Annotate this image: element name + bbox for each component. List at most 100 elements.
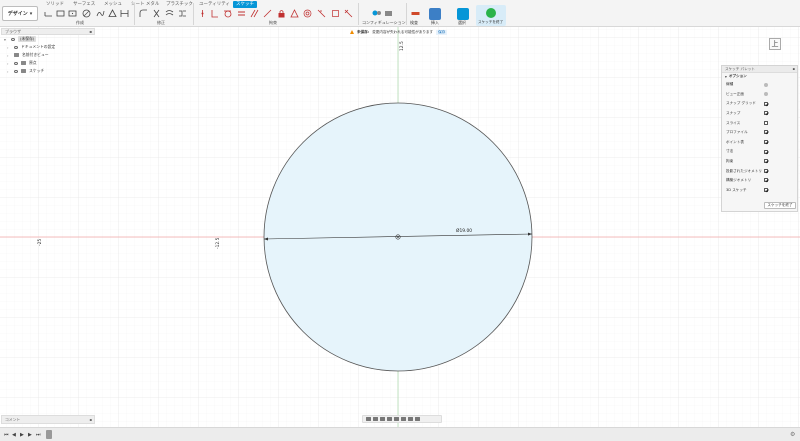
option-checkbox[interactable] [764,120,768,125]
palette-option-row[interactable]: ポイント表 [722,138,797,148]
display-settings-icon[interactable] [401,417,406,421]
play-icon[interactable]: ▶ [20,432,24,438]
eye-icon[interactable] [14,69,18,73]
fit-icon[interactable] [394,417,399,421]
group-label-modify[interactable]: 修正 [157,20,165,26]
save-link[interactable]: 保存 [436,29,448,35]
tab-sketch[interactable]: スケッチ [233,1,257,8]
horizontal-vertical-constraint-icon[interactable] [317,9,326,18]
orbit-icon[interactable] [366,417,371,421]
tangent-constraint-icon[interactable] [223,9,232,18]
line-tool-icon[interactable] [44,9,53,18]
tree-item-document-settings[interactable]: › ドキュメントの設定 [1,43,95,51]
center-rectangle-icon[interactable] [68,9,77,18]
timeline-sketch-marker[interactable] [46,430,52,439]
fillet-tool-icon[interactable] [139,9,148,18]
chevron-right-icon[interactable]: › [7,69,11,74]
palette-option-row[interactable]: プロファイル [722,128,797,138]
workspace-switcher-button[interactable]: デザイン ▾ [2,6,38,21]
select-cursor-icon[interactable] [457,8,469,20]
option-checkbox[interactable] [764,140,768,145]
tab-surface[interactable]: サーフェス [73,1,95,8]
palette-option-row[interactable]: スナップ グリッド [722,99,797,109]
palette-option-row[interactable]: 拘束 [722,157,797,167]
option-checkbox[interactable] [764,111,768,116]
panel-toggle-icon[interactable]: ▪ [89,29,92,34]
chevron-right-icon[interactable]: › [7,53,11,58]
chevron-right-icon[interactable]: › [7,45,11,50]
palette-options-section[interactable]: ▾ オプション [722,73,797,80]
option-checkbox[interactable] [764,159,768,164]
go-to-start-icon[interactable]: ⏮ [4,432,9,438]
fix-constraint-icon[interactable] [277,9,286,18]
step-forward-icon[interactable]: ▶ [28,432,32,438]
group-label-select[interactable]: 選択 [458,20,466,26]
group-label-insert[interactable]: 挿入 [431,20,439,26]
slot-tool-icon[interactable] [120,9,129,18]
group-label-inspect[interactable]: 検査 [410,20,418,26]
palette-header[interactable]: スケッチ パレット ▪ [722,66,797,73]
rectangle-tool-icon[interactable] [56,9,65,18]
polygon-tool-icon[interactable] [108,9,117,18]
palette-finish-sketch-button[interactable]: スケッチを終了 [764,202,796,209]
tab-mesh[interactable]: メッシュ [104,1,122,8]
option-checkbox[interactable] [764,168,768,173]
palette-option-row[interactable]: スライス [722,118,797,128]
comments-panel[interactable]: コメント ▪ [1,415,95,424]
tree-item-origin[interactable]: › 原点 [1,59,95,67]
coincident-constraint-icon[interactable] [198,9,207,18]
palette-option-row[interactable]: 構築ジオメトリ [722,176,797,186]
pan-icon[interactable] [380,417,385,421]
panel-toggle-icon[interactable]: ▪ [89,417,92,422]
tree-item-named-views[interactable]: › 名前付きビュー [1,51,95,59]
option-icon[interactable] [764,82,768,87]
collinear-constraint-icon[interactable] [263,9,272,18]
option-checkbox[interactable] [764,130,768,135]
configure-parameters-icon[interactable] [372,9,381,18]
look-at-icon[interactable] [373,417,378,421]
tab-plastic[interactable]: プラスチック [166,1,193,8]
measure-tool-icon[interactable] [411,9,420,18]
insert-image-icon[interactable] [429,8,441,20]
trim-tool-icon[interactable] [152,9,161,18]
mirror-tool-icon[interactable] [178,9,187,18]
palette-option-row[interactable]: スナップ [722,109,797,119]
tab-sheet-metal[interactable]: シート メタル [131,1,159,8]
symmetry-constraint-icon[interactable] [290,9,299,18]
browser-header[interactable]: ブラウザ ▪ [1,28,95,35]
option-checkbox[interactable] [764,178,768,183]
option-icon[interactable] [764,92,768,97]
viewcube-top-face[interactable]: 上 [769,38,781,50]
option-checkbox[interactable] [764,188,768,193]
circle-tool-icon[interactable] [82,9,91,18]
finish-sketch-button[interactable]: スケッチを終了 [476,5,506,26]
viewports-icon[interactable] [415,417,420,421]
midpoint-constraint-icon[interactable] [331,9,340,18]
perpendicular-constraint-icon[interactable] [210,9,219,18]
offset-tool-icon[interactable] [165,9,174,18]
option-checkbox[interactable] [764,101,768,106]
smooth-constraint-icon[interactable] [344,9,353,18]
viewcube[interactable]: 上 [766,33,784,51]
eye-icon[interactable] [14,61,18,65]
option-checkbox[interactable] [764,149,768,154]
zoom-icon[interactable] [387,417,392,421]
palette-option-row[interactable]: ビュー正面 [722,90,797,100]
chevron-right-icon[interactable]: › [7,61,11,66]
parallel-constraint-icon[interactable] [250,9,259,18]
step-back-icon[interactable]: ◀ [12,432,16,438]
design-canvas[interactable]: Ø19.00 12.5 -25 -12.5 [0,27,800,427]
tree-item-sketches[interactable]: › スケッチ [1,67,95,75]
configure-table-icon[interactable] [384,9,393,18]
palette-option-row[interactable]: 線種 [722,80,797,90]
group-label-create[interactable]: 作成 [76,20,84,26]
concentric-constraint-icon[interactable] [303,9,312,18]
go-to-end-icon[interactable]: ⏭ [36,432,41,438]
palette-option-row[interactable]: 3D スケッチ [722,186,797,196]
grid-settings-icon[interactable] [408,417,413,421]
group-label-constraints[interactable]: 拘束 [269,20,277,26]
palette-option-row[interactable]: 寸法 [722,147,797,157]
palette-option-row[interactable]: 投影されたジオメトリ [722,166,797,176]
tree-item-root[interactable]: ▾ (未保存) [1,35,95,43]
equal-constraint-icon[interactable] [237,9,246,18]
